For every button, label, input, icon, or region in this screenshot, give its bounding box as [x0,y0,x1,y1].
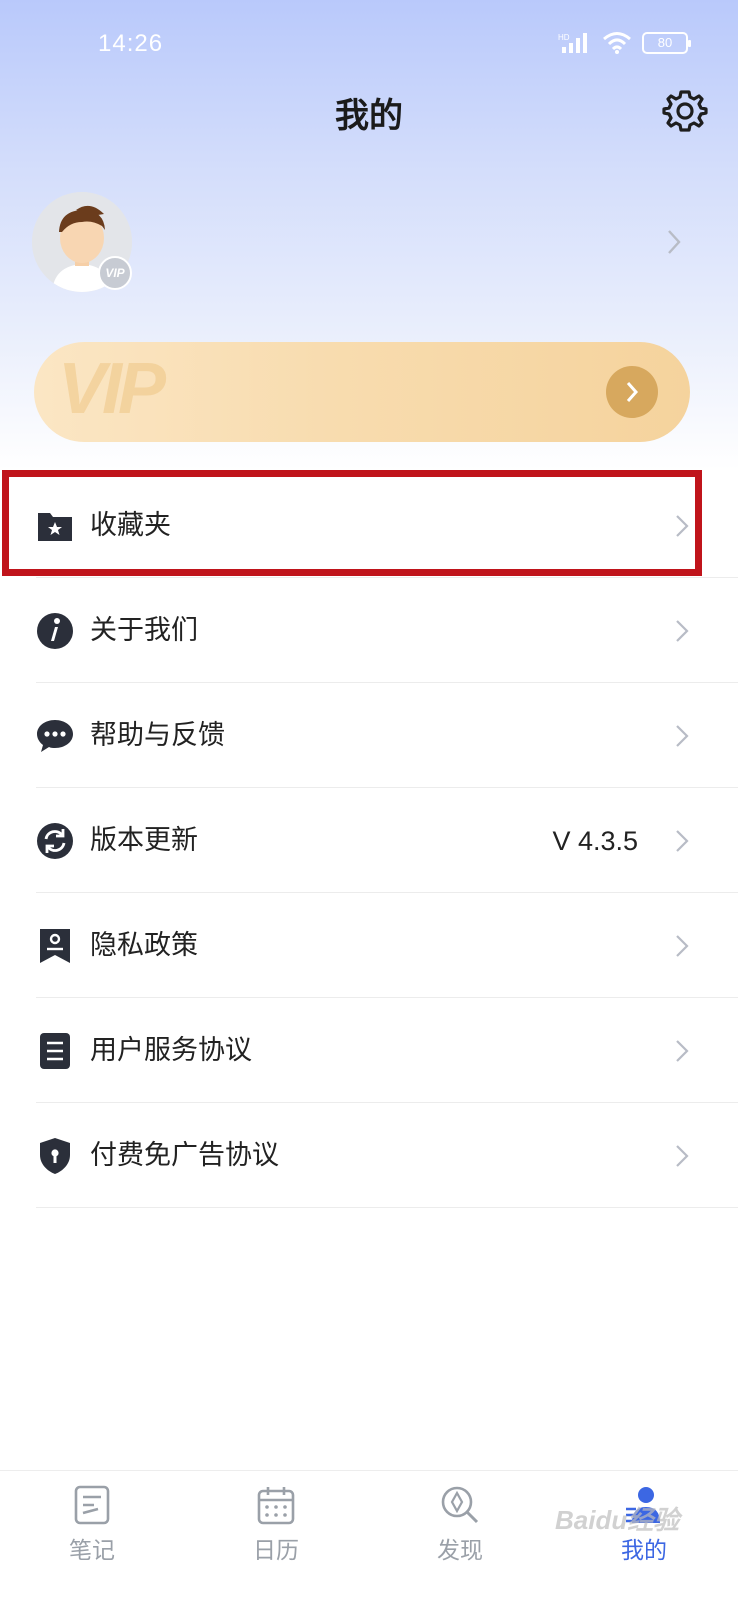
menu-label: 关于我们 [90,615,198,646]
settings-button[interactable] [662,88,708,134]
status-icons: HD 80 [558,30,691,56]
privacy-badge-icon [40,929,70,963]
svg-text:HD: HD [558,33,570,42]
chevron-right-icon [676,1040,689,1062]
menu-label: 用户服务协议 [90,1035,252,1066]
tab-label: 日历 [253,1538,299,1564]
chevron-right-icon [676,725,689,747]
wifi-icon [603,32,631,54]
signal-icon: HD [558,33,587,53]
menu-item-ad-free-agreement[interactable]: 付费免广告协议 [0,1103,738,1208]
info-icon [37,613,73,649]
menu-label: 帮助与反馈 [90,720,225,751]
discover-icon [441,1486,479,1524]
vip-watermark: VIP [58,349,166,429]
page-title: 我的 [335,96,403,136]
gear-icon [662,90,708,132]
menu-item-version-update[interactable]: 版本更新 V 4.3.5 [0,788,738,893]
chevron-right-icon [626,382,639,402]
chevron-right-icon [668,230,681,254]
tab-calendar[interactable]: 日历 [184,1471,368,1600]
menu-item-help-feedback[interactable]: 帮助与反馈 [0,683,738,788]
profile-card[interactable]: VIP [32,192,712,292]
status-time: 14:26 [98,30,164,57]
menu-item-user-agreement[interactable]: 用户服务协议 [0,998,738,1103]
tab-label: 发现 [437,1538,483,1564]
menu-item-about[interactable]: 关于我们 [0,578,738,683]
vip-badge: VIP [98,256,132,290]
version-value: V 4.3.5 [552,826,638,856]
tab-label: 笔记 [69,1538,115,1564]
baidu-watermark: Baidu经验 [555,1505,680,1535]
menu-item-favorites[interactable]: 收藏夹 [0,473,738,578]
menu-label: 收藏夹 [90,510,171,541]
chat-bubble-icon [37,720,73,752]
favorites-folder-icon [38,513,72,541]
vip-arrow-button[interactable] [606,366,658,418]
settings-menu: 收藏夹 关于我们 帮助与反馈 版本更新 V 4.3.5 隐私政策 用户服务协议 … [0,466,738,1208]
chevron-right-icon [676,830,689,852]
battery-indicator: 80 [642,32,691,54]
menu-label: 版本更新 [90,825,198,856]
chevron-right-icon [676,515,689,537]
menu-label: 隐私政策 [90,930,198,961]
chevron-right-icon [676,1145,689,1167]
shield-lock-icon [40,1138,70,1174]
chevron-right-icon [676,935,689,957]
menu-item-privacy-policy[interactable]: 隐私政策 [0,893,738,998]
document-icon [40,1033,70,1069]
refresh-icon [37,823,73,859]
calendar-icon [257,1487,295,1525]
status-bar: 14:26 HD 80 [0,0,738,80]
vip-banner[interactable]: VIP [34,342,690,442]
note-icon [74,1485,110,1525]
tab-notes[interactable]: 笔记 [0,1471,184,1600]
chevron-right-icon [676,620,689,642]
tab-discover[interactable]: 发现 [368,1471,552,1600]
menu-label: 付费免广告协议 [90,1140,279,1171]
